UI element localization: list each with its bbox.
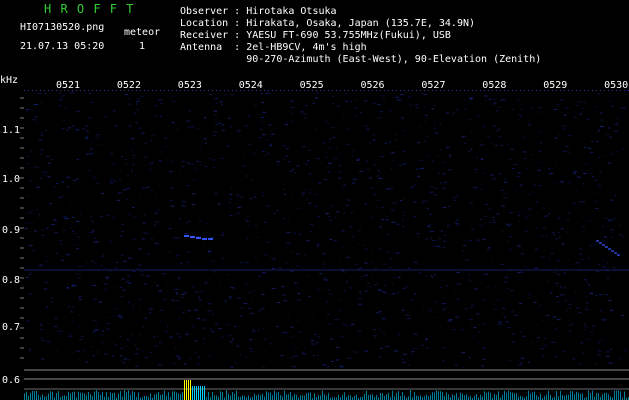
time-tick-label: 0526 xyxy=(360,80,385,91)
frequency-axis-ticks xyxy=(20,90,629,359)
frequency-unit-label: kHz xyxy=(0,75,19,86)
frequency-tick-label: 1.0 xyxy=(2,174,21,185)
time-tick-label: 0524 xyxy=(238,80,263,91)
baseline-lines xyxy=(24,369,629,390)
datetime: 21.07.13 05:20 xyxy=(20,41,105,52)
time-tick-label: 0529 xyxy=(543,80,568,91)
meteor-count: 1 xyxy=(139,41,146,52)
time-tick-label: 0528 xyxy=(482,80,507,91)
frequency-tick-label: 1.1 xyxy=(2,125,21,136)
location-info: Location : Hirakata, Osaka, Japan (135.7… xyxy=(180,18,476,29)
app-brand: H R O F F T xyxy=(44,2,135,16)
frequency-tick-label: 0.8 xyxy=(2,275,21,286)
time-tick-label: 0523 xyxy=(177,80,202,91)
observer-info: Observer : Hirotaka Otsuka xyxy=(180,6,337,17)
time-tick-label: 0530 xyxy=(604,80,629,91)
filename: HI07130520.png xyxy=(20,22,105,33)
meteor-trace xyxy=(184,235,620,256)
time-tick-label: 0525 xyxy=(299,80,324,91)
time-tick-label: 0521 xyxy=(56,80,81,91)
frequency-tick-label: 0.9 xyxy=(2,225,21,236)
frequency-tick-label: 0.6 xyxy=(2,375,21,386)
antenna-direction-info: 90-270-Azimuth (East-West), 90-Elevation… xyxy=(180,54,542,65)
meteor-label: meteor xyxy=(124,27,161,38)
frequency-tick-label: 0.7 xyxy=(2,322,21,333)
receiver-info: Receiver : YAESU FT-690 53.755MHz(Fukui)… xyxy=(180,30,451,41)
time-tick-label: 0527 xyxy=(421,80,446,91)
time-tick-label: 0522 xyxy=(116,80,141,91)
antenna-info: Antenna : 2el-HB9CV, 4m's high xyxy=(180,42,367,53)
noise-field xyxy=(24,92,629,368)
signal-level-strip xyxy=(24,380,629,400)
